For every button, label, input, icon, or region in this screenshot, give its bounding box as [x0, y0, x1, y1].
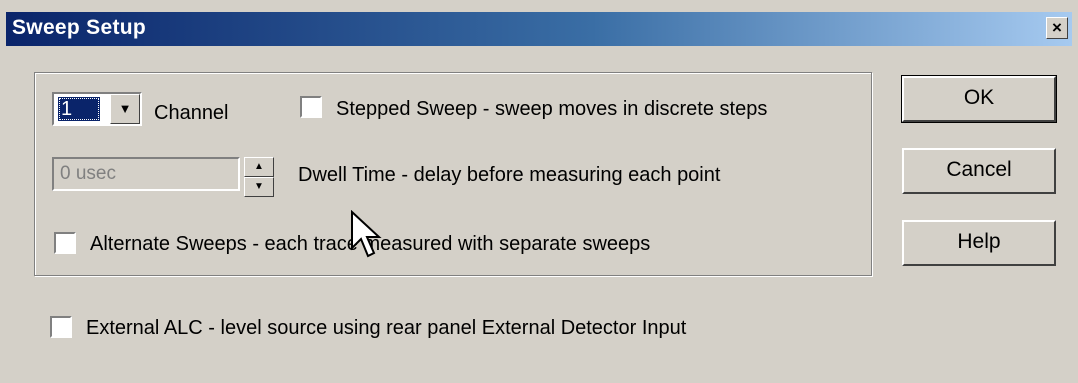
window-title: Sweep Setup: [12, 16, 146, 39]
channel-selected-value: 1: [58, 97, 100, 121]
ok-button[interactable]: OK: [901, 75, 1057, 123]
external-alc-label[interactable]: External ALC - level source using rear p…: [86, 317, 686, 340]
spin-up-icon[interactable]: ▲: [244, 157, 274, 177]
stepped-sweep-label[interactable]: Stepped Sweep - sweep moves in discrete …: [336, 98, 767, 121]
stepped-sweep-checkbox[interactable]: [300, 96, 322, 118]
mouse-pointer-icon: [351, 210, 382, 258]
dwell-time-label: Dwell Time - delay before measuring each…: [298, 164, 721, 186]
close-button[interactable]: ×: [1046, 17, 1068, 39]
dwell-time-spinner[interactable]: ▲ ▼: [244, 157, 274, 197]
spin-down-icon[interactable]: ▼: [244, 177, 274, 197]
cancel-button[interactable]: Cancel: [902, 148, 1056, 194]
channel-select[interactable]: 1 ▼: [52, 92, 142, 126]
chevron-down-icon[interactable]: ▼: [110, 94, 140, 124]
channel-label: Channel: [154, 102, 229, 124]
title-bar[interactable]: Sweep Setup ×: [6, 12, 1072, 46]
alternate-sweeps-checkbox[interactable]: [54, 232, 76, 254]
external-alc-checkbox[interactable]: [50, 316, 72, 338]
help-button[interactable]: Help: [902, 220, 1056, 266]
dwell-time-input[interactable]: 0 usec: [52, 157, 240, 191]
sweep-setup-dialog: Sweep Setup × 1 ▼ Channel Stepped Sweep …: [0, 0, 1078, 383]
